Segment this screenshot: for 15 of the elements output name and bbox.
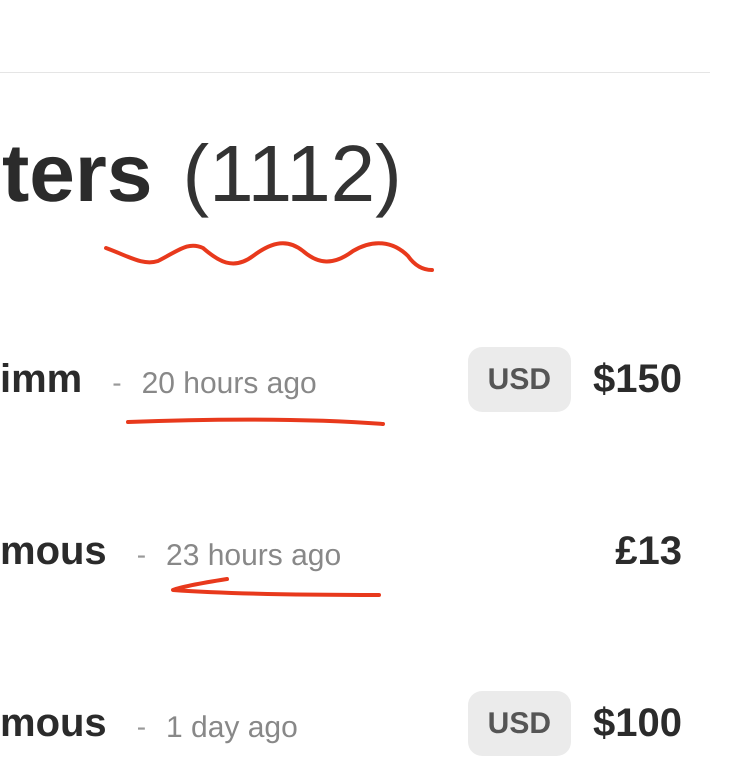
supporter-name: mous [0, 528, 107, 575]
amount: $100 [593, 700, 682, 747]
time-ago: 20 hours ago [142, 366, 317, 402]
supporter-name: mous [0, 700, 107, 747]
amount: £13 [615, 528, 682, 575]
separator: - [136, 538, 146, 572]
separator: - [112, 366, 122, 400]
separator: - [136, 710, 146, 744]
supporter-name: imm [0, 356, 82, 403]
amount: $150 [593, 356, 682, 403]
time-ago: 23 hours ago [166, 538, 342, 574]
currency-badge: USD [468, 690, 572, 756]
section-title: ters [2, 133, 152, 215]
currency-badge: USD [468, 346, 572, 412]
time-ago: 1 day ago [166, 710, 298, 746]
